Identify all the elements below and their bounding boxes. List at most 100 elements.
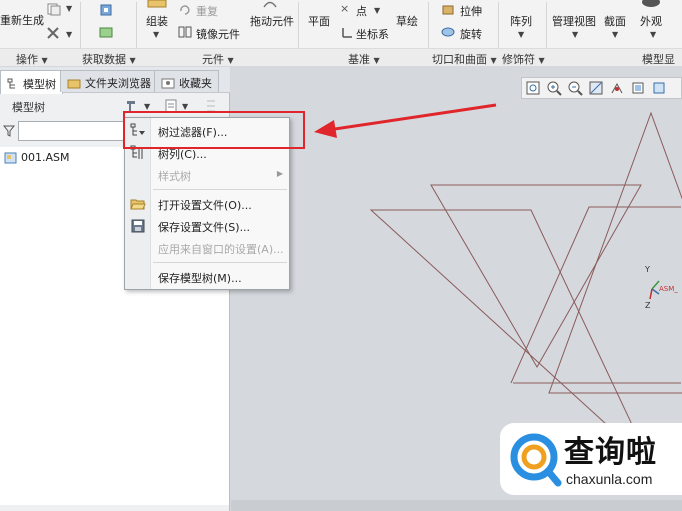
highlight-annotation [123,111,305,149]
chevron-down-icon: ▼ [144,101,151,111]
csys-y-axis [651,280,660,290]
chevron-down-icon: ▼ [129,56,136,65]
zoom-in-icon[interactable] [546,80,562,96]
display-style-icon[interactable] [651,80,667,96]
menu-item-label: 保存设置文件(S)... [158,221,251,234]
extrude-icon [442,5,454,15]
point-icon: × [340,2,350,15]
appearance-button[interactable]: 外观 [640,13,662,29]
point-button[interactable]: 点 [356,3,367,19]
watermark-search-icon [510,433,562,487]
chevron-down-icon[interactable]: ▼ [66,30,72,39]
regenerate-button[interactable]: 重新生成 [0,12,44,28]
appearance-icon [642,0,660,7]
mirror-component-icon[interactable] [178,25,192,39]
navigator-tabs: 模型树 文件夹浏览器 收藏夹 [0,67,230,94]
menu-item-label: 保存模型树(M)... [158,272,242,285]
assemble-icon[interactable] [146,0,168,8]
menu-item-apply-window-settings: 应用来自窗口的设置(A)... [125,238,289,258]
annotation-arrow-icon [314,103,497,138]
filter-funnel-icon [3,125,15,137]
csys-z-label: Z [645,301,651,310]
chevron-down-icon[interactable]: ▼ [518,30,524,39]
model-tree-heading: 模型树 [12,101,45,114]
refit-icon[interactable] [525,80,541,96]
group-model-display[interactable]: 模型显 [642,51,675,67]
delete-icon[interactable] [46,26,60,40]
pattern-button[interactable]: 阵列 [510,13,532,29]
menu-item-save-settings[interactable]: 保存设置文件(S)... [125,216,289,236]
tree-item-root-assembly[interactable]: 001.ASM [4,151,70,164]
group-cut-surface[interactable]: 切口和曲面 ▼ [432,51,497,67]
tab-folder-browser-label: 文件夹浏览器 [85,77,151,90]
group-component[interactable]: 元件 ▼ [202,51,234,67]
menu-item-label: 打开设置文件(O)... [158,199,252,212]
group-modifiers-label: 修饰符 [502,53,535,66]
group-operations[interactable]: 操作 ▼ [16,51,48,67]
chevron-down-icon[interactable]: ▼ [650,30,656,39]
tab-model-tree[interactable]: 模型树 [0,70,63,94]
get-data-icon[interactable] [98,2,114,18]
menu-item-open-settings[interactable]: 打开设置文件(O)... [125,194,289,214]
sketch-button[interactable]: 草绘 [396,13,418,29]
component-interface-icon[interactable] [98,24,114,40]
watermark-url: chaxunla.com [566,471,653,487]
manage-views-button[interactable]: 管理视图 [552,13,596,29]
chevron-down-icon[interactable]: ▼ [572,30,578,39]
chevron-down-icon[interactable]: ▼ [374,6,380,15]
repaint-icon[interactable] [588,80,604,96]
revolve-icon [441,27,455,37]
tab-favorites[interactable]: 收藏夹 [154,70,219,92]
tab-favorites-label: 收藏夹 [179,77,212,90]
chevron-down-icon[interactable]: ▼ [66,4,72,13]
watermark-title: 查询啦 [564,435,657,470]
group-component-label: 元件 [202,53,224,66]
folder-browser-icon [67,79,81,89]
section-button[interactable]: 截面 [604,13,626,29]
model-tree-icon [7,78,15,89]
chevron-down-icon[interactable]: ▼ [153,30,159,39]
group-cut-surface-label: 切口和曲面 [432,53,487,66]
chevron-down-icon: ▼ [227,56,234,65]
menu-item-save-model-tree[interactable]: 保存模型树(M)... [125,267,289,287]
group-get-data[interactable]: 获取数据 ▼ [82,51,136,67]
group-get-data-label: 获取数据 [82,53,126,66]
plane-button[interactable]: 平面 [308,13,330,29]
drag-components-button[interactable]: 拖动元件 [250,13,294,29]
folder-open-icon [130,199,146,210]
group-operations-label: 操作 [16,53,38,66]
menu-item-label: 样式树 [158,170,191,183]
coord-sys-button[interactable]: 坐标系 [356,26,389,42]
view-toolbar [521,77,682,99]
revolve-button[interactable]: 旋转 [460,26,482,42]
zoom-out-icon[interactable] [567,80,583,96]
watermark-logo: 查询啦 chaxunla.com [500,423,682,495]
csys-asm-label: ASM_ [659,285,678,293]
copy-icon[interactable] [46,2,62,16]
tab-folder-browser[interactable]: 文件夹浏览器 [60,70,158,92]
mirror-component-button[interactable]: 镜像元件 [196,26,240,42]
saved-views-icon[interactable] [630,80,646,96]
chevron-down-icon[interactable]: ▼ [612,30,618,39]
extrude-button[interactable]: 拉伸 [460,3,482,19]
submenu-arrow-icon: ▶ [276,169,283,178]
tree-search-input[interactable] [18,121,126,141]
drag-icon[interactable] [262,0,278,8]
assembly-icon [4,152,17,163]
assemble-button[interactable]: 组装 [146,13,168,29]
favorites-icon [161,78,175,89]
csys-x-axis [651,288,660,295]
ribbon: 重新生成 ▼ ▼ 组装 ▼ 重复 镜像元件 拖动元件 平面 × 点 ▼ 坐标系 … [0,0,682,66]
chevron-down-icon: ▼ [373,56,380,65]
view-orient-icon[interactable] [609,80,625,96]
save-icon [131,219,145,233]
ribbon-group-bar: 操作 ▼ 获取数据 ▼ 元件 ▼ 基准 ▼ 切口和曲面 ▼ 修饰符 ▼ 模型显 [0,48,682,66]
redo-button[interactable]: 重复 [196,3,218,19]
coord-sys-icon [342,28,352,38]
group-datum-label: 基准 [348,53,370,66]
redo-icon[interactable] [178,3,192,15]
tab-model-tree-label: 模型树 [23,78,56,91]
group-datum[interactable]: 基准 ▼ [348,51,380,67]
csys-y-label: Y [644,265,650,274]
group-modifiers[interactable]: 修饰符 ▼ [502,51,545,67]
